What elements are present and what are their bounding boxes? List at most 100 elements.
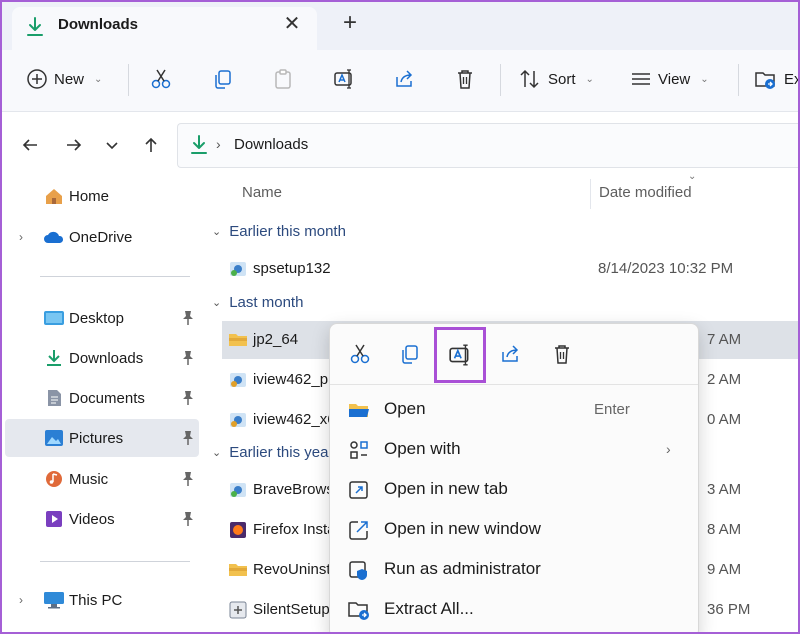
sidebar-item-label: OneDrive [69,228,133,246]
chevron-right-icon[interactable]: › [19,230,23,244]
chevron-down-icon: ⌄ [700,73,709,85]
new-button[interactable]: New ⌄ [26,62,102,96]
file-date: 0 AM [707,411,742,428]
share-icon [396,70,413,87]
shield-icon [349,561,367,580]
column-divider[interactable] [590,179,591,209]
arrow-up-icon [145,137,157,152]
menu-item-open-with[interactable]: Open with › [336,430,692,468]
sort-icon [520,69,539,89]
share-button[interactable] [493,336,529,372]
menu-item-open[interactable]: Open Enter [336,390,692,428]
sidebar-item-downloads[interactable]: Downloads [5,339,199,377]
back-button[interactable] [16,131,44,159]
scissors-icon [151,69,171,89]
menu-item-label: Open in new tab [384,479,508,498]
menu-item-label: Extract All... [384,599,474,618]
delete-button[interactable] [544,336,580,372]
pictures-icon [45,430,63,446]
sidebar-item-documents[interactable]: Documents [5,379,199,417]
folder-extract-icon [348,602,369,620]
apps-icon [350,441,368,459]
copy-button[interactable] [212,62,234,96]
sidebar-item-this-pc[interactable]: › This PC [5,581,199,619]
close-tab-icon[interactable]: ✕ [280,13,304,37]
arrow-left-icon [22,139,37,151]
menu-item-label: Open in new window [384,519,541,538]
sidebar-item-music[interactable]: Music [5,460,199,498]
navigation-bar: › Downloads [0,113,800,177]
group-header[interactable]: ⌄ Earlier this month [212,223,346,240]
download-icon [191,135,207,154]
file-name: iview462_x6 [253,411,336,428]
breadcrumb-chevron-icon: › [216,136,221,152]
menu-item-open-new-window[interactable]: Open in new window [336,510,692,548]
file-date: 2 AM [707,371,742,388]
file-name: SilentSetup [253,601,330,618]
view-label: View [658,70,691,88]
column-header-date[interactable]: Date modified [599,184,692,201]
installer-icon [230,373,246,387]
chevron-right-icon[interactable]: › [19,593,23,607]
file-name: Firefox Insta [253,521,336,538]
new-tab-button[interactable]: + [336,10,364,38]
installer-icon [230,483,246,497]
pin-icon[interactable] [181,511,195,527]
sort-button[interactable]: Sort ⌄ [518,62,594,96]
share-button[interactable] [394,62,416,96]
chevron-down-icon [106,142,118,150]
breadcrumb-downloads[interactable]: Downloads [234,136,308,153]
sidebar-divider [40,276,190,277]
forward-button[interactable] [60,131,88,159]
sidebar-item-onedrive[interactable]: › OneDrive [5,218,199,256]
view-button[interactable]: View ⌄ [630,62,709,96]
chevron-down-icon: ⌄ [585,73,594,85]
pin-icon[interactable] [181,350,195,366]
rename-button[interactable] [434,327,486,383]
menu-item-open-new-tab[interactable]: Open in new tab [336,470,692,508]
copy-button[interactable] [392,336,428,372]
videos-icon [46,511,62,527]
pin-icon[interactable] [181,430,195,446]
rename-icon [449,344,469,366]
rename-button[interactable] [333,62,355,96]
rename-icon [334,69,352,89]
address-bar[interactable]: › Downloads [177,123,800,168]
onedrive-icon [44,231,64,243]
pin-icon[interactable] [181,390,195,406]
paste-button[interactable] [272,62,294,96]
file-row[interactable]: spsetup132 8/14/2023 10:32 PM [222,250,800,288]
group-label: Earlier this month [229,223,346,240]
tab-title: Downloads [58,16,139,33]
group-label: Last month [229,294,304,311]
group-header[interactable]: ⌄ Earlier this year [212,444,333,461]
up-button[interactable] [137,131,165,159]
group-header[interactable]: ⌄ Last month [212,294,303,311]
column-header-name[interactable]: Name [242,184,282,201]
sidebar-item-label: Home [69,187,110,205]
delete-button[interactable] [454,62,476,96]
new-window-icon [349,521,368,540]
pin-icon[interactable] [181,310,195,326]
extract-button[interactable]: Ex [754,62,800,96]
sidebar-item-desktop[interactable]: Desktop [5,299,199,337]
cut-button[interactable] [342,336,378,372]
copy-icon [402,345,418,364]
file-date: 9 AM [707,561,742,578]
sidebar-item-pictures[interactable]: Pictures [5,419,199,457]
cut-button[interactable] [150,62,172,96]
pin-icon[interactable] [181,471,195,487]
sidebar-item-videos[interactable]: Videos [5,500,199,538]
sidebar-item-label: Music [69,470,109,488]
recent-locations-button[interactable] [98,131,126,159]
menu-item-extract-all[interactable]: Extract All... [336,590,692,628]
sidebar-item-home[interactable]: Home [5,177,199,215]
file-date: 8 AM [707,521,742,538]
tab-downloads[interactable]: Downloads ✕ [12,7,317,50]
folder-open-icon [349,404,369,417]
menu-item-run-as-admin[interactable]: Run as administrator [336,550,692,588]
file-name: spsetup132 [253,260,331,277]
music-icon [46,471,62,487]
context-menu-quick-actions [330,324,698,383]
sidebar-divider [40,561,190,562]
